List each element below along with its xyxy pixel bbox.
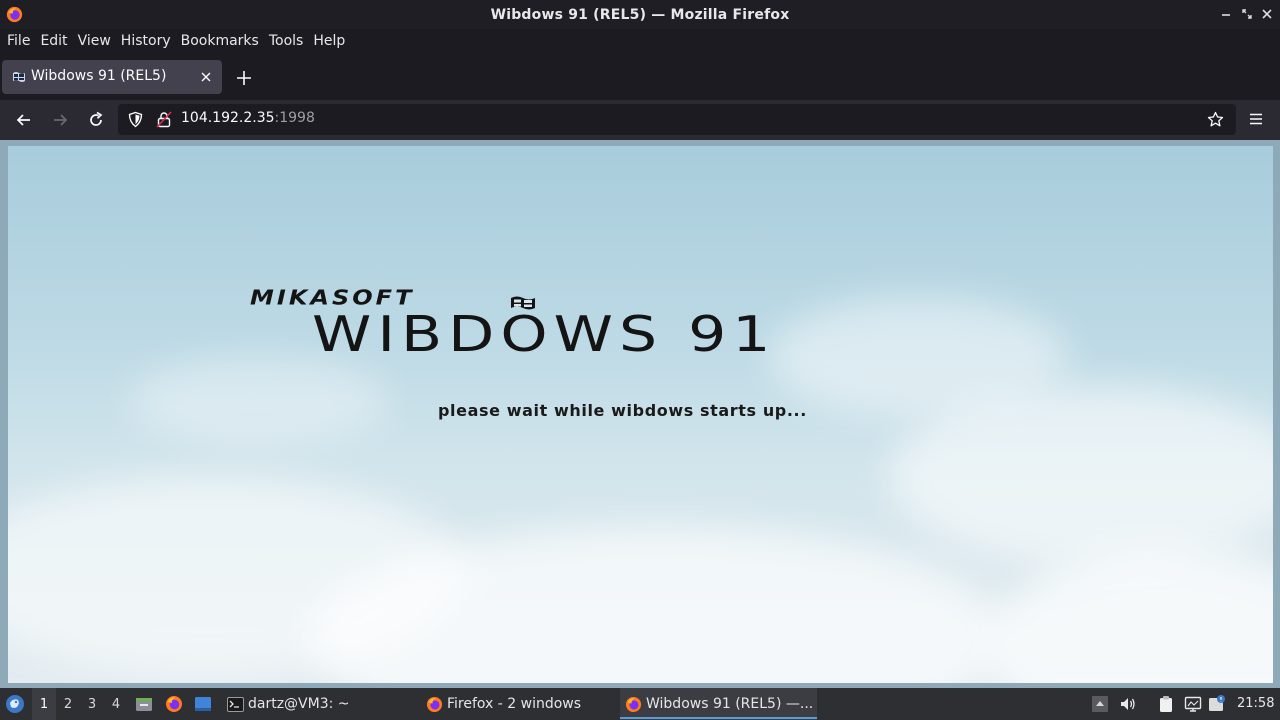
task-terminal[interactable]: dartz@VM3: ~: [222, 688, 417, 720]
menu-help[interactable]: Help: [313, 33, 348, 49]
hamburger-menu-icon[interactable]: [1247, 110, 1265, 128]
page-content: MIKASOFT WIBDOWS 91 please wait while wi…: [0, 140, 1280, 688]
menu-view[interactable]: View: [78, 33, 114, 49]
workspace-4[interactable]: 4: [104, 688, 128, 720]
url-port: :1998: [274, 110, 315, 126]
firefox-icon: [426, 696, 443, 712]
firefox-icon: [625, 696, 642, 712]
cloud: [988, 546, 1273, 683]
forward-icon[interactable]: [50, 110, 70, 130]
tracking-shield-icon[interactable]: [127, 111, 144, 128]
reload-icon[interactable]: [86, 110, 106, 130]
menu-bookmarks[interactable]: Bookmarks: [181, 33, 262, 49]
clipboard-icon[interactable]: [1157, 695, 1175, 713]
workspace-2[interactable]: 2: [56, 688, 80, 720]
terminal-icon: [227, 696, 244, 712]
menu-tools[interactable]: Tools: [269, 33, 307, 49]
sky-background: MIKASOFT WIBDOWS 91 please wait while wi…: [8, 146, 1273, 683]
startup-status: please wait while wibdows starts up...: [438, 401, 807, 420]
close-window-icon[interactable]: [1260, 7, 1274, 21]
url-text: 104.192.2.35:1998: [181, 110, 315, 126]
taskbar-clock: 21:58: [1237, 696, 1275, 711]
tab-title: Wibdows 91 (REL5): [31, 68, 167, 84]
firefox-logo-icon: [6, 6, 23, 23]
app-menu-icon[interactable]: [5, 694, 25, 714]
window-titlebar: Wibdows 91 (REL5) — Mozilla Firefox: [0, 0, 1280, 29]
navigation-toolbar: 104.192.2.35:1998: [0, 100, 1280, 140]
url-host: 104.192.2.35: [181, 110, 275, 126]
close-tab-icon[interactable]: [198, 69, 214, 85]
cloud: [128, 356, 388, 446]
product-title: WIBDOWS 91: [312, 306, 777, 364]
task-label: dartz@VM3: ~: [248, 696, 350, 712]
menu-file[interactable]: File: [7, 33, 33, 49]
cloud: [768, 296, 1068, 416]
wibdows-flag-icon: [13, 72, 25, 82]
menu-bar: File Edit View History Bookmarks Tools H…: [0, 29, 1280, 53]
minimize-icon[interactable]: [1219, 7, 1233, 21]
tab-strip: Wibdows 91 (REL5): [0, 53, 1280, 100]
bookmark-star-icon[interactable]: [1207, 111, 1224, 128]
window-title: Wibdows 91 (REL5) — Mozilla Firefox: [490, 6, 790, 23]
volume-icon[interactable]: [1119, 695, 1137, 713]
task-wibdows-window[interactable]: Wibdows 91 (REL5) —...: [620, 688, 817, 720]
menu-history[interactable]: History: [121, 33, 174, 49]
menu-edit[interactable]: Edit: [40, 33, 70, 49]
notification-icon[interactable]: [1208, 695, 1226, 713]
task-label: Firefox - 2 windows: [447, 696, 582, 712]
task-label: Wibdows 91 (REL5) —...: [646, 696, 814, 712]
tray-expand-icon[interactable]: [1091, 695, 1109, 713]
task-firefox-group[interactable]: Firefox - 2 windows: [421, 688, 616, 720]
firefox-icon[interactable]: [165, 695, 183, 713]
maximize-icon[interactable]: [1240, 7, 1254, 21]
workspace-1[interactable]: 1: [32, 688, 56, 720]
insecure-lock-icon[interactable]: [156, 111, 172, 128]
workspace-3[interactable]: 3: [80, 688, 104, 720]
file-manager-icon[interactable]: [135, 695, 153, 713]
display-icon[interactable]: [1184, 695, 1202, 713]
taskbar: 1 2 3 4 dartz@VM3: ~ Firefox - 2 windows: [0, 688, 1280, 720]
tab-wibdows[interactable]: Wibdows 91 (REL5): [2, 60, 222, 94]
desktop-icon[interactable]: [194, 695, 212, 713]
url-bar[interactable]: 104.192.2.35:1998: [118, 104, 1236, 135]
new-tab-icon[interactable]: [235, 69, 253, 87]
back-icon[interactable]: [14, 110, 34, 130]
